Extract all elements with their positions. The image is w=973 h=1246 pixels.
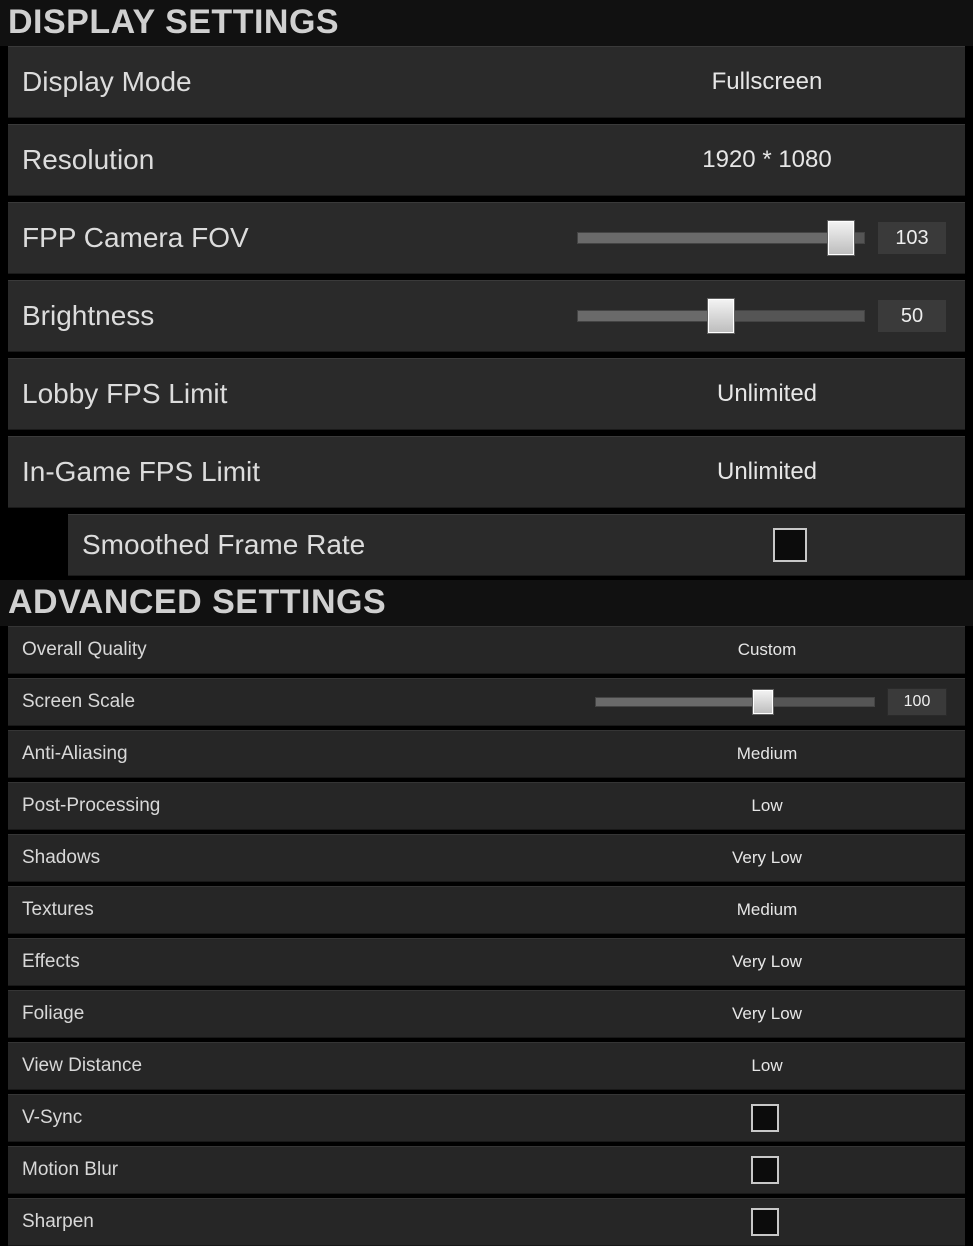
- fov-row: FPP Camera FOV 103: [8, 202, 965, 274]
- brightness-value[interactable]: 50: [877, 299, 947, 333]
- resolution-label: Resolution: [22, 144, 154, 176]
- vsync-checkbox[interactable]: [751, 1104, 779, 1132]
- brightness-label: Brightness: [22, 300, 154, 332]
- ingame-fps-row[interactable]: In-Game FPS Limit Unlimited: [8, 436, 965, 508]
- fov-slider[interactable]: [577, 232, 865, 244]
- brightness-row: Brightness 50: [8, 280, 965, 352]
- effects-value[interactable]: Very Low: [587, 952, 947, 972]
- display-mode-label: Display Mode: [22, 66, 192, 98]
- fov-value[interactable]: 103: [877, 221, 947, 255]
- post-processing-label: Post-Processing: [22, 795, 160, 817]
- brightness-slider[interactable]: [577, 310, 865, 322]
- lobby-fps-label: Lobby FPS Limit: [22, 378, 227, 410]
- view-distance-row[interactable]: View Distance Low: [8, 1042, 965, 1090]
- brightness-slider-handle[interactable]: [707, 298, 735, 334]
- advanced-settings-header: ADVANCED SETTINGS: [0, 580, 973, 626]
- textures-value[interactable]: Medium: [587, 900, 947, 920]
- overall-quality-row[interactable]: Overall Quality Custom: [8, 626, 965, 674]
- shadows-row[interactable]: Shadows Very Low: [8, 834, 965, 882]
- effects-row[interactable]: Effects Very Low: [8, 938, 965, 986]
- post-processing-row[interactable]: Post-Processing Low: [8, 782, 965, 830]
- vsync-label: V-Sync: [22, 1107, 82, 1129]
- vsync-row: V-Sync: [8, 1094, 965, 1142]
- lobby-fps-row[interactable]: Lobby FPS Limit Unlimited: [8, 358, 965, 430]
- motion-blur-checkbox[interactable]: [751, 1156, 779, 1184]
- effects-label: Effects: [22, 951, 80, 973]
- textures-row[interactable]: Textures Medium: [8, 886, 965, 934]
- view-distance-label: View Distance: [22, 1055, 142, 1077]
- textures-label: Textures: [22, 899, 94, 921]
- fov-slider-handle[interactable]: [827, 220, 855, 256]
- foliage-label: Foliage: [22, 1003, 84, 1025]
- smoothed-framerate-row: Smoothed Frame Rate: [68, 514, 965, 576]
- display-mode-row[interactable]: Display Mode Fullscreen: [8, 46, 965, 118]
- brightness-slider-fill: [578, 311, 721, 321]
- anti-aliasing-row[interactable]: Anti-Aliasing Medium: [8, 730, 965, 778]
- motion-blur-label: Motion Blur: [22, 1159, 118, 1181]
- sharpen-row: Sharpen: [8, 1198, 965, 1246]
- overall-quality-label: Overall Quality: [22, 639, 147, 661]
- resolution-value[interactable]: 1920 * 1080: [587, 146, 947, 174]
- fov-label: FPP Camera FOV: [22, 222, 249, 254]
- view-distance-value[interactable]: Low: [587, 1056, 947, 1076]
- shadows-label: Shadows: [22, 847, 100, 869]
- fov-slider-fill: [578, 233, 841, 243]
- overall-quality-value[interactable]: Custom: [587, 640, 947, 660]
- anti-aliasing-label: Anti-Aliasing: [22, 743, 128, 765]
- smoothed-framerate-label: Smoothed Frame Rate: [82, 529, 365, 561]
- smoothed-framerate-checkbox[interactable]: [773, 528, 807, 562]
- lobby-fps-value[interactable]: Unlimited: [587, 380, 947, 408]
- screen-scale-value[interactable]: 100: [887, 688, 947, 716]
- sharpen-checkbox[interactable]: [751, 1208, 779, 1236]
- screen-scale-row: Screen Scale 100: [8, 678, 965, 726]
- ingame-fps-label: In-Game FPS Limit: [22, 456, 260, 488]
- ingame-fps-value[interactable]: Unlimited: [587, 458, 947, 486]
- screen-scale-slider[interactable]: [595, 697, 875, 707]
- foliage-row[interactable]: Foliage Very Low: [8, 990, 965, 1038]
- screen-scale-slider-handle[interactable]: [752, 689, 774, 715]
- display-settings-header: DISPLAY SETTINGS: [0, 0, 973, 46]
- post-processing-value[interactable]: Low: [587, 796, 947, 816]
- screen-scale-slider-fill: [596, 698, 763, 706]
- display-mode-value[interactable]: Fullscreen: [587, 68, 947, 96]
- sharpen-label: Sharpen: [22, 1211, 94, 1233]
- screen-scale-label: Screen Scale: [22, 691, 135, 713]
- anti-aliasing-value[interactable]: Medium: [587, 744, 947, 764]
- resolution-row[interactable]: Resolution 1920 * 1080: [8, 124, 965, 196]
- foliage-value[interactable]: Very Low: [587, 1004, 947, 1024]
- shadows-value[interactable]: Very Low: [587, 848, 947, 868]
- motion-blur-row: Motion Blur: [8, 1146, 965, 1194]
